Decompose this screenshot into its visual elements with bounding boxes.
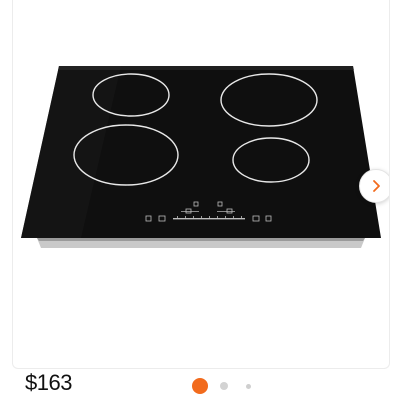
chevron-right-icon [373, 180, 380, 192]
induction-cooktop-image [21, 66, 381, 248]
carousel-dot-active[interactable] [192, 378, 208, 394]
carousel-dot[interactable] [246, 383, 251, 389]
carousel-pagination [192, 376, 251, 396]
product-image-card[interactable] [12, 0, 390, 369]
product-price: $163 [25, 370, 72, 395]
carousel-dot[interactable] [220, 382, 228, 390]
next-image-button[interactable] [359, 169, 389, 203]
product-page: $163 [0, 0, 400, 400]
